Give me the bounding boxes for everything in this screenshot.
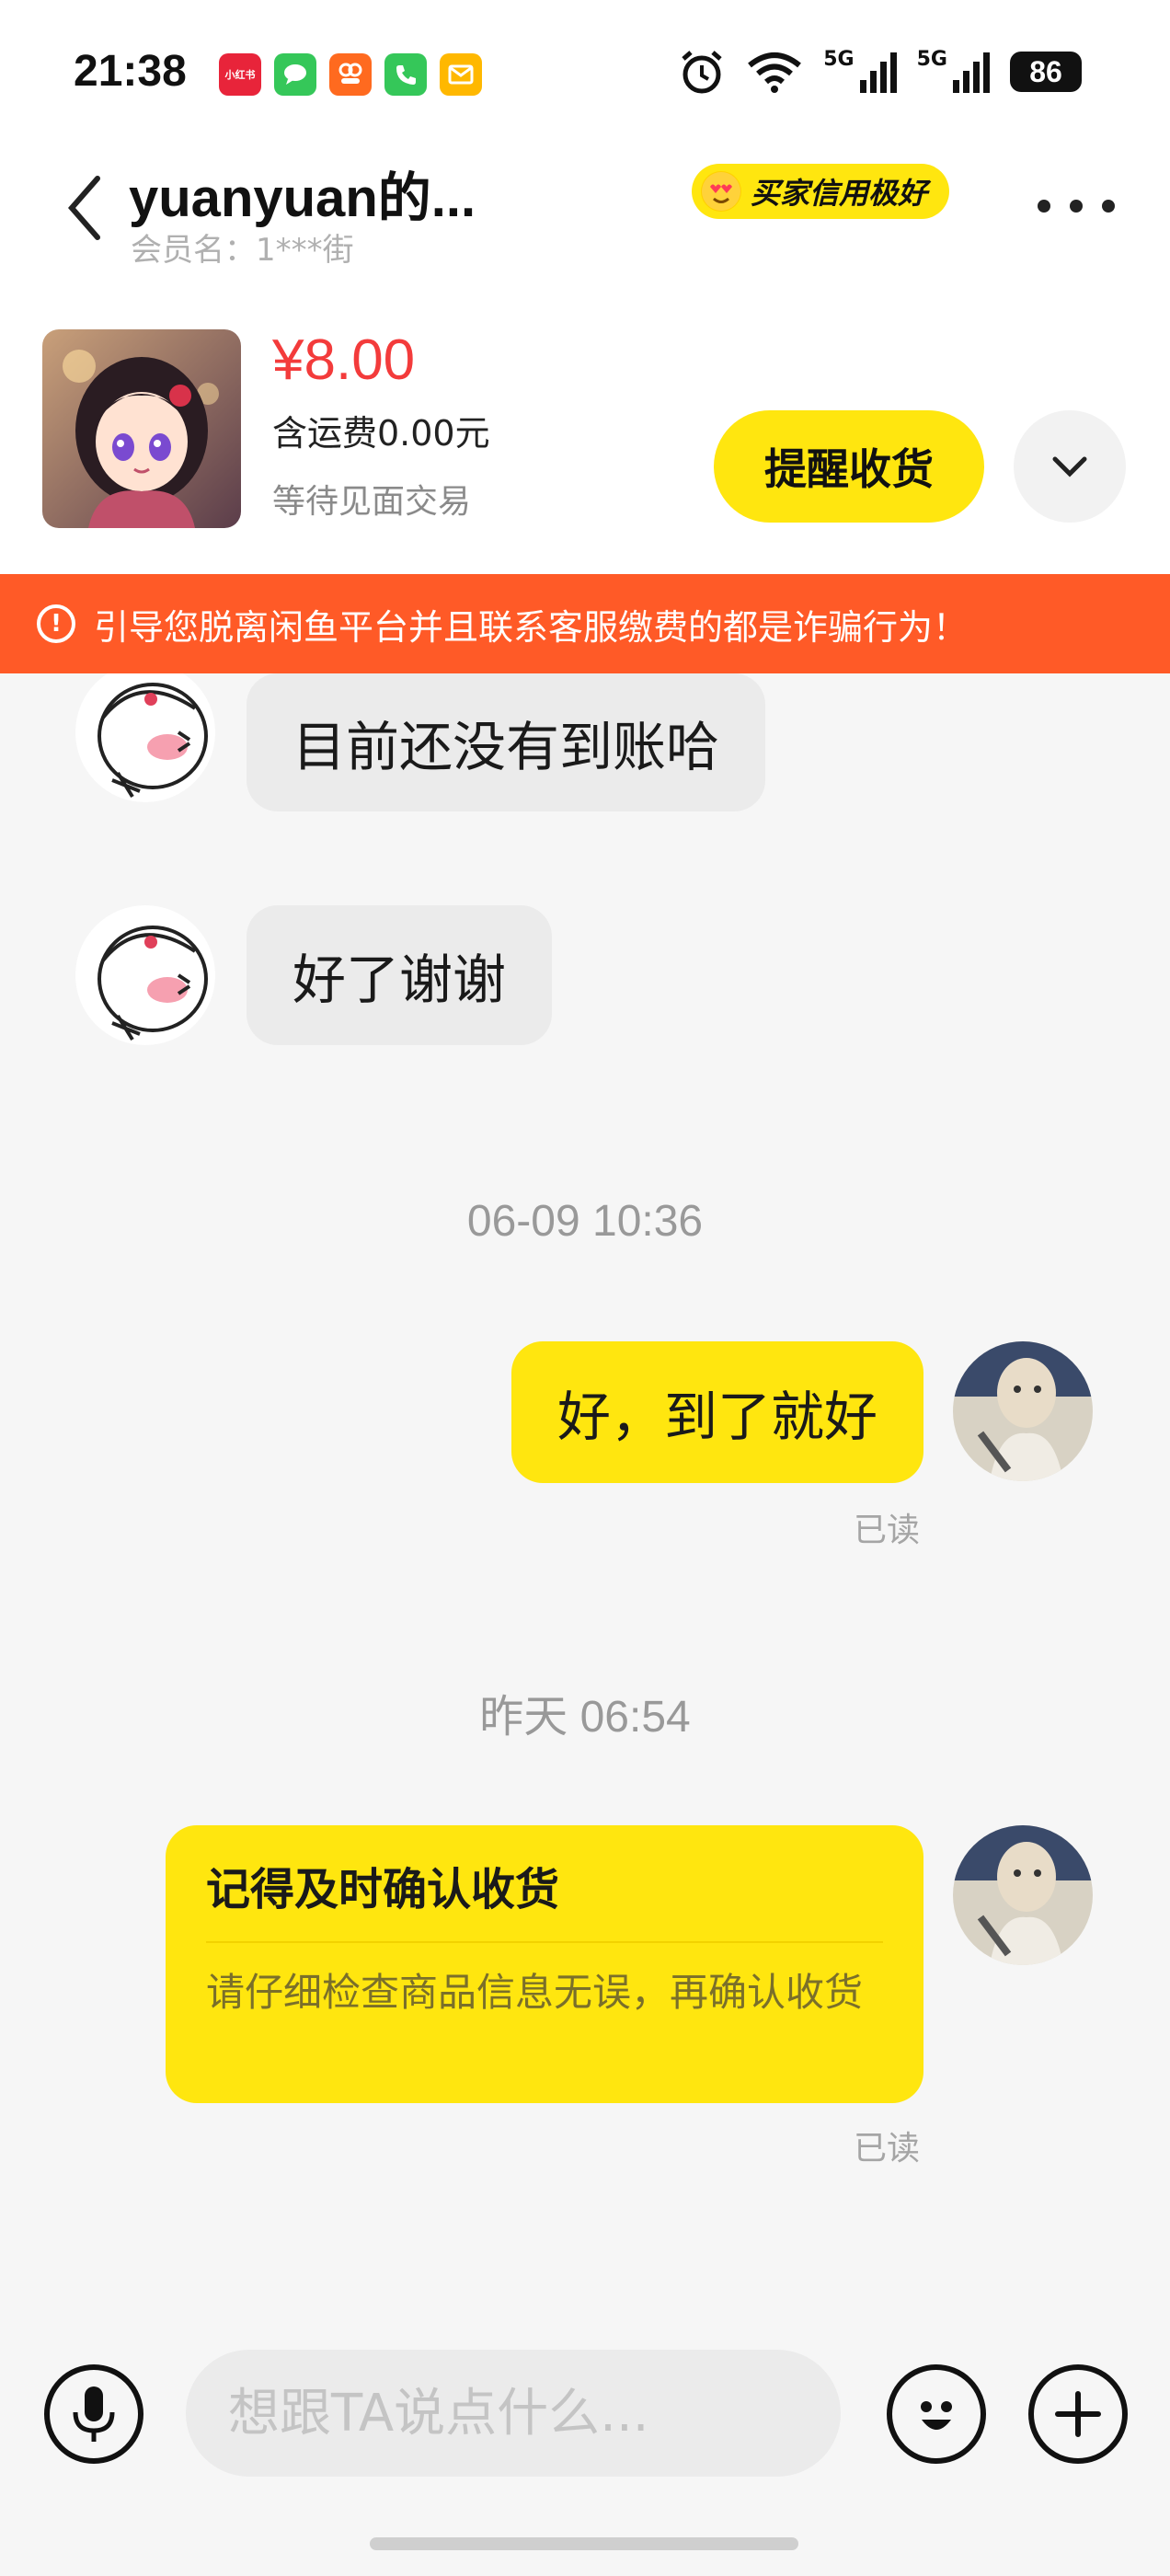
more-dot-icon	[1102, 200, 1115, 213]
credit-badge-label: 买家信用极好	[751, 176, 928, 211]
status-bar: 21:38 小红书 5G 5G 86	[0, 0, 1170, 147]
heart-eyes-emoji-icon	[701, 171, 741, 212]
confirm-receipt-card[interactable]: 记得及时确认收货 请仔细检查商品信息无误，再确认收货	[166, 1825, 923, 2103]
mail-icon	[440, 53, 482, 96]
remind-receipt-button[interactable]: 提醒收货	[714, 410, 984, 523]
clock: 21:38	[74, 47, 187, 96]
message-timestamp: 昨天 06:54	[479, 1693, 691, 1742]
message-input[interactable]	[186, 2350, 841, 2477]
messages-icon	[274, 53, 316, 96]
signal-icon-1	[859, 52, 897, 93]
xiaohongshu-icon: 小红书	[219, 53, 261, 96]
incoming-message[interactable]: 好了谢谢	[247, 905, 553, 1045]
more-actions-button[interactable]	[1028, 2364, 1128, 2464]
chevron-left-icon	[68, 176, 100, 240]
contact-avatar[interactable]	[75, 673, 215, 802]
more-dot-icon	[1038, 200, 1050, 213]
product-card: ¥8.00 含运费0.00元 等待见面交易 提醒收货	[0, 267, 1170, 574]
incoming-message[interactable]: 目前还没有到账哈	[247, 673, 766, 811]
contact-name[interactable]: yuanyuan的...	[129, 155, 476, 232]
read-receipt: 已读	[854, 2130, 921, 2168]
more-dot-icon	[1070, 200, 1083, 213]
chat-screen: 21:38 小红书 5G 5G 86 yuanyuan的... 会员名：1***…	[0, 0, 1170, 2576]
phone-icon	[384, 53, 427, 96]
network-type-2: 5G	[916, 47, 947, 71]
message-input-bar	[0, 2329, 1170, 2576]
battery-level: 86	[1010, 52, 1082, 92]
expand-button[interactable]	[1014, 410, 1126, 523]
chevron-down-icon	[1052, 456, 1087, 477]
message-list[interactable]: 目前还没有到账哈 好了谢谢 06-09 10:36 好，到了就好 已读 昨天 0…	[0, 673, 1170, 2329]
product-image[interactable]	[42, 329, 241, 528]
my-avatar[interactable]	[953, 1341, 1093, 1481]
read-receipt: 已读	[854, 1512, 921, 1549]
card-title: 记得及时确认收货	[206, 1853, 883, 1943]
notification-icons: 小红书	[219, 53, 482, 96]
network-type-1: 5G	[823, 47, 855, 71]
my-avatar[interactable]	[953, 1825, 1093, 1965]
signal-icon-2	[953, 52, 990, 93]
alarm-icon	[682, 51, 722, 94]
contact-avatar[interactable]	[75, 905, 215, 1045]
member-name: 会员名：1***街	[131, 232, 354, 269]
emoji-button[interactable]	[887, 2364, 986, 2464]
card-body: 请仔细检查商品信息无误，再确认收货	[206, 1970, 864, 2015]
home-indicator[interactable]	[370, 2537, 798, 2550]
product-price: ¥8.00	[272, 328, 416, 392]
plus-icon	[1055, 2391, 1101, 2437]
back-button[interactable]	[55, 171, 114, 245]
system-status: 5G 5G 86	[678, 48, 1082, 96]
fraud-warning-banner: ! 引导您脱离闲鱼平台并且联系客服缴费的都是诈骗行为！	[0, 574, 1170, 673]
alert-icon: !	[37, 604, 75, 643]
app-88-icon	[329, 53, 372, 96]
chat-header: yuanyuan的... 会员名：1***街 买家信用极好	[0, 147, 1170, 269]
outgoing-message[interactable]: 好，到了就好	[510, 1341, 923, 1483]
voice-input-button[interactable]	[44, 2364, 143, 2464]
shipping-fee: 含运费0.00元	[272, 413, 490, 454]
microphone-icon	[73, 2386, 115, 2442]
message-timestamp: 06-09 10:36	[466, 1197, 704, 1246]
credit-badge[interactable]: 买家信用极好	[692, 164, 950, 219]
trade-status: 等待见面交易	[272, 483, 472, 521]
wifi-icon	[748, 52, 802, 93]
more-options-button[interactable]	[1038, 188, 1115, 224]
smiley-icon	[921, 2401, 952, 2430]
warning-text: 引导您脱离闲鱼平台并且联系客服缴费的都是诈骗行为！	[94, 606, 969, 648]
